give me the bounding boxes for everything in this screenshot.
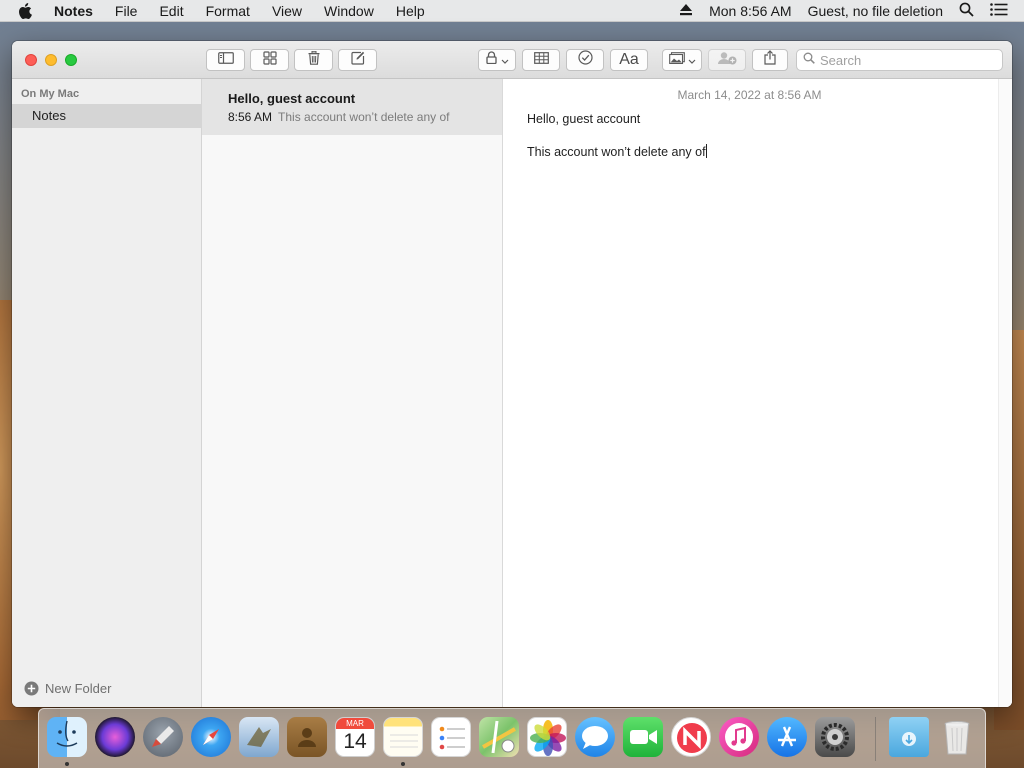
news-icon[interactable] (671, 717, 711, 757)
chevron-down-icon (688, 51, 696, 69)
search-icon (803, 51, 815, 69)
note-body-text: This account won’t delete any of (527, 145, 706, 159)
photo-icon (668, 51, 685, 69)
note-body-line-1[interactable]: Hello, guest account (527, 112, 640, 126)
trash-icon (308, 50, 320, 70)
siri-icon[interactable] (95, 717, 135, 757)
finder-icon[interactable] (47, 717, 87, 757)
notes-window: Aa On My Mac Notes (12, 41, 1012, 707)
menu-app-name[interactable]: Notes (54, 3, 93, 19)
calendar-icon[interactable]: MAR 14 (335, 717, 375, 757)
note-time: 8:56 AM (228, 110, 273, 124)
finder-running-indicator (65, 762, 69, 766)
menu-file[interactable]: File (115, 3, 138, 19)
add-person-icon (717, 51, 737, 70)
note-list: Hello, guest account 8:56 AM This account… (202, 79, 503, 707)
text-cursor (705, 144, 707, 158)
close-window-button[interactable] (25, 54, 37, 66)
add-people-button[interactable] (708, 49, 746, 71)
messages-icon[interactable] (575, 717, 615, 757)
dock-separator (875, 717, 876, 761)
note-summary: 8:56 AM This account won’t delete any of (228, 110, 502, 124)
notes-running-indicator (401, 762, 405, 766)
new-note-button[interactable] (338, 49, 377, 71)
compose-icon (350, 51, 365, 70)
facetime-icon[interactable] (623, 717, 663, 757)
folders-sidebar: On My Mac Notes New Folder (12, 79, 202, 707)
apple-menu-icon[interactable] (18, 2, 38, 19)
share-button[interactable] (752, 49, 788, 71)
lock-note-button[interactable] (478, 49, 516, 71)
minimize-window-button[interactable] (45, 54, 57, 66)
grid-icon (262, 50, 277, 70)
maps-icon[interactable] (479, 717, 519, 757)
insert-media-button[interactable] (662, 49, 702, 71)
reminders-icon[interactable] (431, 717, 471, 757)
spotlight-search-icon[interactable] (959, 2, 974, 20)
delete-note-button[interactable] (294, 49, 333, 71)
plus-circle-icon (24, 681, 39, 696)
calendar-day: 14 (343, 730, 367, 753)
contacts-icon[interactable] (287, 717, 327, 757)
launchpad-icon[interactable] (143, 717, 183, 757)
search-field[interactable] (796, 49, 1003, 71)
toggle-sidebar-button[interactable] (206, 49, 245, 71)
menu-clock[interactable]: Mon 8:56 AM (709, 3, 792, 19)
search-input[interactable] (820, 52, 990, 68)
insert-table-button[interactable] (522, 49, 560, 71)
itunes-icon[interactable] (719, 717, 759, 757)
editor-scrollbar[interactable] (998, 79, 1012, 707)
new-folder-label: New Folder (45, 681, 112, 696)
system-preferences-icon[interactable] (815, 717, 855, 757)
menu-format[interactable]: Format (206, 3, 250, 19)
checkmark-circle-icon (577, 50, 593, 70)
notification-center-icon[interactable] (990, 2, 1008, 19)
menu-window[interactable]: Window (324, 3, 374, 19)
dock: MAR 14 (38, 708, 986, 768)
menu-help[interactable]: Help (396, 3, 425, 19)
sidebar-icon (217, 51, 234, 69)
mail-icon[interactable] (239, 717, 279, 757)
zoom-window-button[interactable] (65, 54, 77, 66)
menu-bar: Notes File Edit Format View Window Help … (0, 0, 1024, 22)
safari-icon[interactable] (191, 717, 231, 757)
menu-user[interactable]: Guest, no file deletion (808, 3, 943, 19)
lock-icon (485, 51, 497, 69)
downloads-folder-icon[interactable] (889, 717, 929, 757)
note-list-item[interactable]: Hello, guest account 8:56 AM This account… (202, 79, 502, 135)
sidebar-item-notes[interactable]: Notes (12, 104, 202, 128)
note-title: Hello, guest account (228, 91, 356, 106)
checklist-button[interactable] (566, 49, 604, 71)
eject-icon[interactable] (679, 3, 693, 19)
notes-app-icon[interactable] (383, 717, 423, 757)
note-body-line-2[interactable]: This account won’t delete any of (527, 144, 707, 159)
trash-icon[interactable] (937, 717, 977, 757)
toolbar: Aa (12, 41, 1012, 79)
format-text-button[interactable]: Aa (610, 49, 648, 71)
chevron-down-icon (501, 51, 509, 69)
gallery-view-button[interactable] (250, 49, 289, 71)
note-editor[interactable]: March 14, 2022 at 8:56 AM Hello, guest a… (503, 79, 1012, 707)
sidebar-section-header: On My Mac (21, 88, 80, 100)
share-icon (764, 50, 776, 70)
app-store-icon[interactable] (767, 717, 807, 757)
menu-edit[interactable]: Edit (159, 3, 183, 19)
menu-view[interactable]: View (272, 3, 302, 19)
table-icon (533, 51, 549, 69)
photos-icon[interactable] (527, 717, 567, 757)
new-folder-button[interactable]: New Folder (24, 681, 111, 696)
calendar-month: MAR (336, 718, 374, 729)
note-preview: This account won’t delete any of (278, 110, 450, 124)
note-date: March 14, 2022 at 8:56 AM (677, 88, 822, 102)
